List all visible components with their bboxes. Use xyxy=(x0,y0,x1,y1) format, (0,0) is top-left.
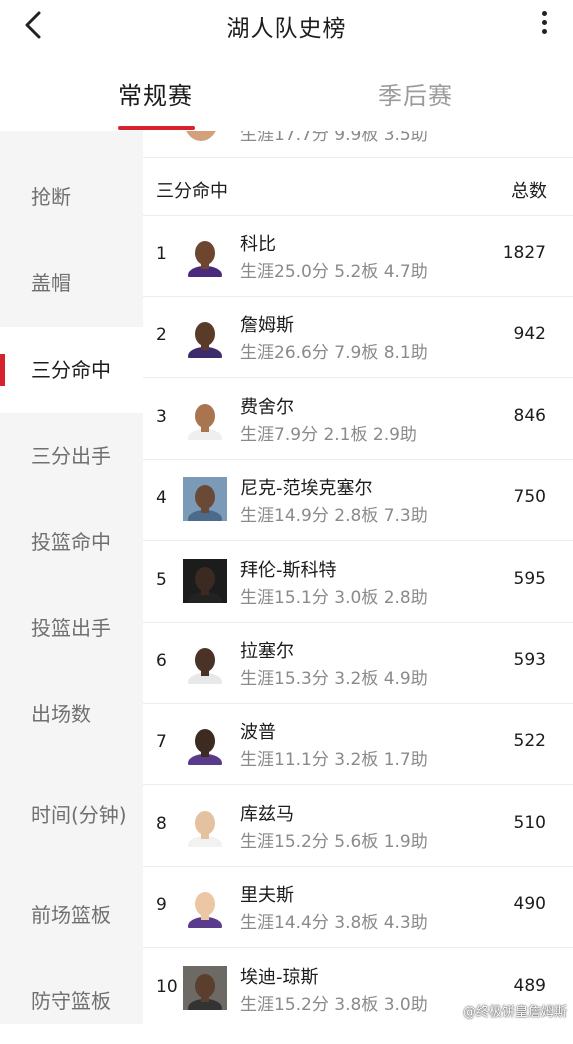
player-name: 尼克-范埃克塞尔 xyxy=(240,478,373,500)
vertical-dots-icon xyxy=(535,11,553,34)
player-career-stats: 生涯7.9分 2.1板 2.9助 xyxy=(240,424,417,445)
sidebar-item-field-goal-attempts[interactable]: 投篮出手 xyxy=(0,585,143,671)
player-career-stats: 生涯15.2分 3.8板 3.0助 xyxy=(240,994,428,1015)
stat-total: 510 xyxy=(513,812,546,833)
stat-total: 489 xyxy=(513,975,546,996)
player-avatar xyxy=(183,640,227,684)
player-avatar xyxy=(183,802,227,847)
more-menu-button[interactable] xyxy=(535,8,553,42)
table-row[interactable]: 6 拉塞尔生涯15.3分 3.2板 4.9助 593 xyxy=(143,622,573,704)
player-avatar xyxy=(183,477,227,522)
player-avatar xyxy=(183,884,227,929)
leaderboard-panel: 生涯17.7分 9.9板 3.5助 三分命中 总数 1 科比生涯25.0分 5.2… xyxy=(143,131,573,1024)
list-item[interactable]: 生涯17.7分 9.9板 3.5助 xyxy=(143,131,573,158)
player-avatar xyxy=(184,131,218,141)
top-bar: 湖人队史榜 xyxy=(0,0,573,50)
table-row[interactable]: 8 库兹马生涯15.2分 5.6板 1.9助 510 xyxy=(143,785,573,867)
table-row[interactable]: 2 詹姆斯生涯26.6分 7.9板 8.1助 942 xyxy=(143,296,573,379)
player-career-stats: 生涯15.2分 5.6板 1.9助 xyxy=(240,831,428,852)
table-row[interactable]: 7 波普生涯11.1分 3.2板 1.7助 522 xyxy=(143,703,573,786)
sidebar-item-label: 三分出手 xyxy=(31,444,111,468)
player-avatar xyxy=(183,395,227,440)
player-career-stats: 生涯15.1分 3.0板 2.8助 xyxy=(240,587,428,608)
player-career-stats: 生涯14.4分 3.8板 4.3助 xyxy=(240,913,428,934)
player-career-stats: 生涯26.6分 7.9板 8.1助 xyxy=(240,343,428,364)
player-avatar xyxy=(183,314,227,359)
rank-number: 5 xyxy=(156,569,167,590)
player-career-stats: 生涯11.1分 3.2板 1.7助 xyxy=(240,750,428,771)
player-career-stats: 生涯25.0分 5.2板 4.7助 xyxy=(240,262,428,282)
sidebar-item-label: 出场数 xyxy=(31,702,91,726)
watermark: @终极饼皇詹姆斯 xyxy=(462,1005,567,1020)
stat-total: 595 xyxy=(513,568,546,589)
table-row[interactable]: 4 尼克-范埃克塞尔生涯14.9分 2.8板 7.3助 750 xyxy=(143,459,573,542)
sidebar-item-three-point-attempts[interactable]: 三分出手 xyxy=(0,413,143,499)
sidebar-item-label: 盖帽 xyxy=(31,271,71,295)
table-row[interactable]: 3 费舍尔生涯7.9分 2.1板 2.9助 846 xyxy=(143,378,573,460)
sidebar-item-minutes[interactable]: 时间(分钟) xyxy=(0,772,143,858)
player-name: 费舍尔 xyxy=(240,396,294,418)
stat-total: 1827 xyxy=(502,243,546,263)
stat-total: 490 xyxy=(513,894,546,915)
sidebar-item-blocks[interactable]: 盖帽 xyxy=(0,240,143,326)
page-title: 湖人队史榜 xyxy=(226,16,347,42)
table-row[interactable]: 5 拜伦-斯科特生涯15.1分 3.0板 2.8助 595 xyxy=(143,541,573,623)
rank-number: 2 xyxy=(156,325,167,346)
total-column-header: 总数 xyxy=(511,181,547,202)
rank-number: 6 xyxy=(156,651,167,671)
player-name: 里夫斯 xyxy=(240,885,294,907)
season-tabs: 常规赛 季后赛 xyxy=(0,50,573,131)
sidebar-item-label: 抢断 xyxy=(31,185,71,209)
rank-number: 3 xyxy=(156,406,167,427)
tab-regular-season[interactable]: 常规赛 xyxy=(118,76,193,111)
player-career-stats: 生涯14.9分 2.8板 7.3助 xyxy=(240,506,428,527)
player-career-stats: 生涯15.3分 3.2板 4.9助 xyxy=(240,669,428,689)
category-sidebar: 抢断 盖帽 三分命中 三分出手 投篮命中 投篮出手 出场数 时间(分钟) 前场篮… xyxy=(0,131,143,1024)
tab-playoffs[interactable]: 季后赛 xyxy=(378,76,453,111)
stat-column-header: 三分命中 xyxy=(156,181,228,202)
player-name: 科比 xyxy=(240,234,276,255)
rank-number: 10 xyxy=(156,976,178,997)
player-avatar xyxy=(183,558,227,603)
rank-number: 1 xyxy=(156,244,167,264)
sidebar-item-label: 时间(分钟) xyxy=(31,803,127,827)
sidebar-item-defensive-rebounds[interactable]: 防守篮板 xyxy=(0,958,143,1044)
sidebar-item-games-played[interactable]: 出场数 xyxy=(0,671,143,757)
player-name: 埃迪-琼斯 xyxy=(240,966,319,988)
rank-number: 9 xyxy=(156,895,167,916)
table-row[interactable]: 1 科比生涯25.0分 5.2板 4.7助 1827 xyxy=(143,215,573,297)
active-tab-indicator xyxy=(118,126,195,130)
sidebar-item-label: 投篮出手 xyxy=(31,616,111,640)
rank-number: 8 xyxy=(156,813,167,834)
sidebar-item-field-goals-made[interactable]: 投篮命中 xyxy=(0,499,143,585)
stat-total: 593 xyxy=(513,650,546,670)
player-name: 波普 xyxy=(240,722,276,744)
list-header: 三分命中 总数 xyxy=(143,169,573,216)
stat-total: 750 xyxy=(513,487,546,508)
sidebar-item-steals[interactable]: 抢断 xyxy=(0,154,143,240)
player-name: 库兹马 xyxy=(240,803,294,825)
rank-number: 4 xyxy=(156,488,167,509)
table-row[interactable]: 9 里夫斯生涯14.4分 3.8板 4.3助 490 xyxy=(143,866,573,949)
player-avatar xyxy=(183,965,227,1010)
sidebar-item-label: 防守篮板 xyxy=(31,989,111,1013)
sidebar-item-label: 前场篮板 xyxy=(31,903,111,927)
player-avatar xyxy=(183,233,227,277)
rank-number: 7 xyxy=(156,732,167,753)
player-career-stats: 生涯17.7分 9.9板 3.5助 xyxy=(240,131,428,145)
player-avatar xyxy=(183,721,227,766)
stat-total: 846 xyxy=(513,405,546,426)
player-name: 拉塞尔 xyxy=(240,641,294,662)
player-name: 拜伦-斯科特 xyxy=(240,559,337,581)
stat-total: 522 xyxy=(513,731,546,752)
sidebar-item-label: 三分命中 xyxy=(31,358,111,382)
stat-total: 942 xyxy=(513,324,546,345)
sidebar-item-offensive-rebounds[interactable]: 前场篮板 xyxy=(0,872,143,958)
sidebar-item-label: 投篮命中 xyxy=(31,530,111,554)
player-name: 詹姆斯 xyxy=(240,315,294,337)
sidebar-item-three-pointers-made[interactable]: 三分命中 xyxy=(0,327,143,413)
